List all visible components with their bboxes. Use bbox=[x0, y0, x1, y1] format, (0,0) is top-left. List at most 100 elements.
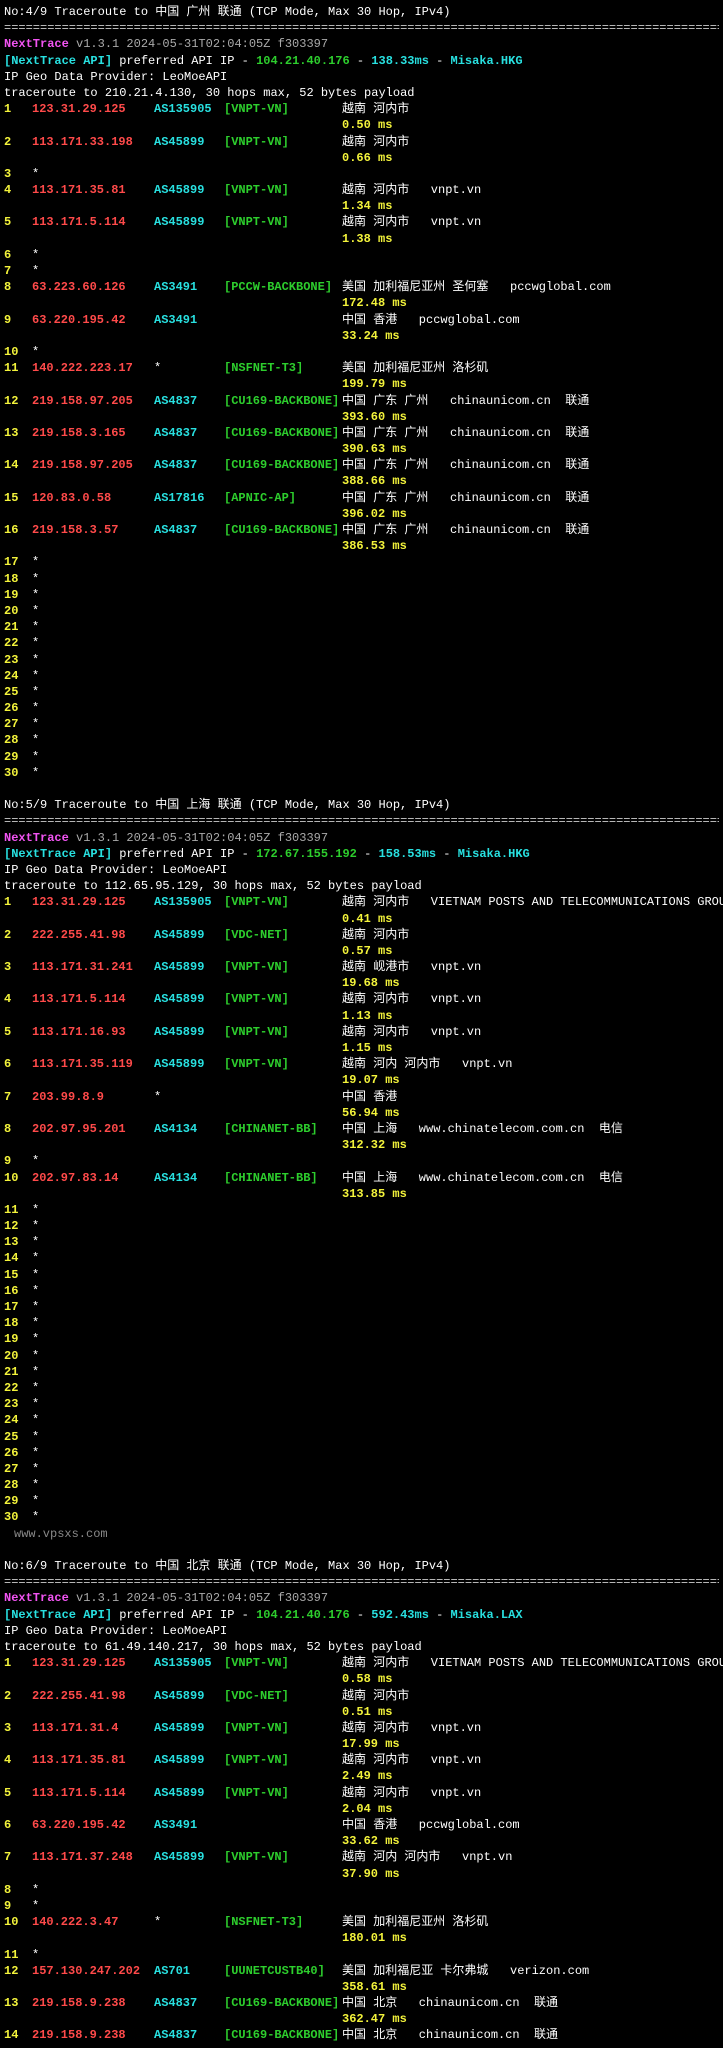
hop-latency: 180.01 ms bbox=[342, 1930, 407, 1946]
hop-latency: 172.48 ms bbox=[342, 295, 407, 311]
api-ms: 592.43ms bbox=[371, 1608, 429, 1622]
app-version: v1.3.1 2024-05-31T02:04:05Z f303397 bbox=[76, 831, 328, 845]
hop-backbone: [VNPT-VN] bbox=[224, 214, 342, 230]
hop-number: 4 bbox=[4, 1752, 32, 1768]
hop-location: 中国 上海 www.chinatelecom.com.cn 电信 bbox=[342, 1170, 623, 1186]
hop-timeout: * bbox=[32, 555, 39, 569]
hop-ip: 157.130.247.202 bbox=[32, 1963, 154, 1979]
hop-location: 美国 加利福尼亚州 洛杉矶 bbox=[342, 1914, 488, 1930]
hop-row: 11* bbox=[4, 1947, 719, 1963]
hop-ip: 113.171.5.114 bbox=[32, 214, 154, 230]
hop-number: 16 bbox=[4, 1283, 32, 1299]
hop-backbone: [VDC-NET] bbox=[224, 1688, 342, 1704]
hop-location: 美国 加利福尼亚州 圣何塞 pccwglobal.com bbox=[342, 279, 611, 295]
hop-backbone: [CU169-BACKBONE] bbox=[224, 457, 342, 473]
hop-row: 9* bbox=[4, 1898, 719, 1914]
hop-number: 3 bbox=[4, 166, 32, 182]
hop-location: 越南 河内 河内市 vnpt.vn bbox=[342, 1849, 512, 1865]
hop-row: 21* bbox=[4, 1364, 719, 1380]
hop-latency: 199.79 ms bbox=[342, 376, 407, 392]
hop-number: 7 bbox=[4, 1089, 32, 1105]
hop-backbone: [VDC-NET] bbox=[224, 927, 342, 943]
hop-row: 14219.158.9.238AS4837[CU169-BACKBONE]中国 … bbox=[4, 2027, 719, 2043]
hop-row: 2222.255.41.98AS45899[VDC-NET]越南 河内市 bbox=[4, 1688, 719, 1704]
hop-row: 12157.130.247.202AS701[UUNETCUSTB40]美国 加… bbox=[4, 1963, 719, 1979]
hop-backbone: [VNPT-VN] bbox=[224, 1655, 342, 1671]
hop-timeout: * bbox=[32, 1316, 39, 1330]
hop-asn: AS17816 bbox=[154, 490, 224, 506]
api-text: preferred API IP - bbox=[112, 1608, 256, 1622]
hop-latency-row: 33.24 ms bbox=[4, 328, 719, 344]
hop-location: 越南 河内市 vnpt.vn bbox=[342, 182, 481, 198]
hop-timeout: * bbox=[32, 264, 39, 278]
hop-number: 18 bbox=[4, 1315, 32, 1331]
hop-location: 越南 河内 河内市 vnpt.vn bbox=[342, 1056, 512, 1072]
hop-row: 18* bbox=[4, 1315, 719, 1331]
hop-row: 8* bbox=[4, 1882, 719, 1898]
hop-number: 13 bbox=[4, 425, 32, 441]
hop-asn: AS45899 bbox=[154, 1752, 224, 1768]
hop-row: 24* bbox=[4, 1412, 719, 1428]
hop-timeout: * bbox=[32, 1462, 39, 1476]
hop-row: 17* bbox=[4, 554, 719, 570]
hop-latency-row: 19.07 ms bbox=[4, 1072, 719, 1088]
api-ms: 138.33ms bbox=[371, 54, 429, 68]
trace-header-app: NextTrace v1.3.1 2024-05-31T02:04:05Z f3… bbox=[4, 1590, 719, 1606]
dash: - bbox=[357, 847, 379, 861]
dash: - bbox=[436, 847, 458, 861]
hop-number: 16 bbox=[4, 522, 32, 538]
hop-number: 2 bbox=[4, 134, 32, 150]
hop-number: 3 bbox=[4, 959, 32, 975]
hop-ip: 113.171.37.248 bbox=[32, 1849, 154, 1865]
hop-number: 6 bbox=[4, 247, 32, 263]
hop-ip: 113.171.33.198 bbox=[32, 134, 154, 150]
trace-header-api: [NextTrace API] preferred API IP - 104.2… bbox=[4, 53, 719, 69]
hop-asn: * bbox=[154, 1914, 224, 1930]
hop-number: 8 bbox=[4, 1121, 32, 1137]
hop-latency-row: 1.38 ms bbox=[4, 231, 719, 247]
hop-number: 25 bbox=[4, 684, 32, 700]
hop-timeout: * bbox=[32, 733, 39, 747]
hop-row: 30* bbox=[4, 765, 719, 781]
hop-number: 7 bbox=[4, 1849, 32, 1865]
hop-row: 27* bbox=[4, 716, 719, 732]
hop-location: 美国 加利福尼亚 卡尔弗城 verizon.com bbox=[342, 1963, 589, 1979]
hop-location: 越南 岘港市 vnpt.vn bbox=[342, 959, 481, 975]
hop-backbone: [CU169-BACKBONE] bbox=[224, 393, 342, 409]
dash: - bbox=[429, 1608, 451, 1622]
hop-number: 20 bbox=[4, 603, 32, 619]
hop-asn: AS4837 bbox=[154, 457, 224, 473]
hop-row: 14219.158.97.205AS4837[CU169-BACKBONE]中国… bbox=[4, 457, 719, 473]
hop-ip: 123.31.29.125 bbox=[32, 894, 154, 910]
route-line: traceroute to 210.21.4.130, 30 hops max,… bbox=[4, 85, 719, 101]
hop-row: 1123.31.29.125AS135905[VNPT-VN]越南 河内市 bbox=[4, 101, 719, 117]
hop-latency-row: 396.02 ms bbox=[4, 506, 719, 522]
hop-number: 13 bbox=[4, 1234, 32, 1250]
hop-number: 19 bbox=[4, 1331, 32, 1347]
hop-timeout: * bbox=[32, 588, 39, 602]
hop-row: 19* bbox=[4, 587, 719, 603]
hop-ip: 113.171.5.114 bbox=[32, 991, 154, 1007]
hop-location: 中国 广东 广州 chinaunicom.cn 联通 bbox=[342, 522, 589, 538]
hop-latency: 358.61 ms bbox=[342, 1979, 407, 1995]
hop-asn: AS4837 bbox=[154, 425, 224, 441]
hop-latency-row: 1.34 ms bbox=[4, 198, 719, 214]
hop-row: 7* bbox=[4, 263, 719, 279]
hop-latency: 19.68 ms bbox=[342, 975, 400, 991]
hop-row: 26* bbox=[4, 1445, 719, 1461]
hop-asn: AS4837 bbox=[154, 1995, 224, 2011]
hop-timeout: * bbox=[32, 1899, 39, 1913]
hop-ip: 63.220.195.42 bbox=[32, 312, 154, 328]
hop-row: 4113.171.35.81AS45899[VNPT-VN]越南 河内市 vnp… bbox=[4, 182, 719, 198]
hop-latency-row: 312.32 ms bbox=[4, 1137, 719, 1153]
hop-row: 10202.97.83.14AS4134[CHINANET-BB]中国 上海 w… bbox=[4, 1170, 719, 1186]
hop-latency: 19.07 ms bbox=[342, 1072, 400, 1088]
hop-location: 中国 上海 www.chinatelecom.com.cn 电信 bbox=[342, 1121, 623, 1137]
hop-row: 3113.171.31.4AS45899[VNPT-VN]越南 河内市 vnpt… bbox=[4, 1720, 719, 1736]
hop-row: 5113.171.5.114AS45899[VNPT-VN]越南 河内市 vnp… bbox=[4, 214, 719, 230]
api-text: preferred API IP - bbox=[112, 54, 256, 68]
geo-provider: IP Geo Data Provider: LeoMoeAPI bbox=[4, 69, 719, 85]
api-src: Misaka.HKG bbox=[458, 847, 530, 861]
hop-backbone: [VNPT-VN] bbox=[224, 894, 342, 910]
hop-timeout: * bbox=[32, 167, 39, 181]
